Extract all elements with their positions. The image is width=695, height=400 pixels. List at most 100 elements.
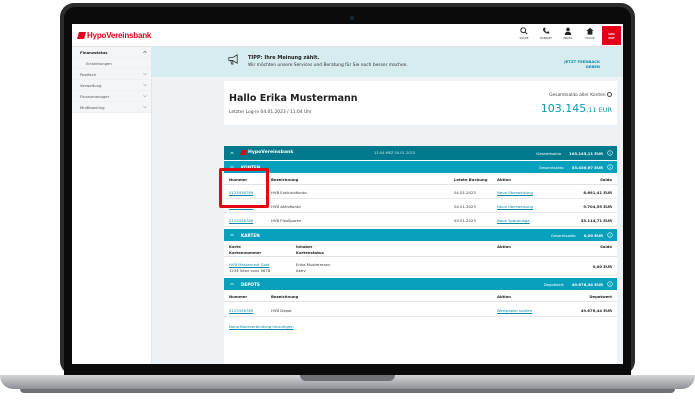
branch-button[interactable]: Filiale [581, 27, 599, 44]
table-row: 0123456789 HVB AktivKonto 04.01.2023 Neu… [224, 200, 617, 213]
profile-label: Profil [563, 37, 573, 40]
sidebar-item-verwaltung[interactable]: Verwaltung [72, 80, 151, 91]
savings-link[interactable]: Neue Sparanlage [497, 218, 530, 223]
account-number-link[interactable]: 0123456789 [229, 218, 253, 223]
table-row: HVB Mastercard Gold 1234 56xx xxxx 5678 … [224, 258, 617, 276]
column-header: Inhaber [296, 244, 313, 249]
add-bank-connection-link[interactable]: Neue Bankverbindung hinzufügen [229, 324, 294, 329]
sidebar-item-postfach[interactable]: Postfach [72, 69, 151, 80]
column-header: Saldo [600, 177, 612, 182]
card-link[interactable]: HVB Mastercard Gold [229, 262, 269, 267]
bank-timestamp: 11:04 MEZ 04.01.2023 [374, 151, 416, 155]
total-balance-value: 103.145,11 EUR [541, 102, 612, 115]
sidebar-item-finanzstatus[interactable]: Finanzstatus [72, 47, 151, 58]
feedback-link[interactable]: Jetzt Feedback geben [550, 59, 600, 69]
laptop-screen: HypoVereinsbank Suche Kontakt Profil Fil… [72, 24, 623, 364]
total-balance-label-text: Gesamtsaldo aller Konten [549, 93, 606, 98]
laptop-foot [20, 389, 675, 393]
home-icon [586, 27, 594, 35]
info-icon[interactable] [607, 232, 613, 238]
greeting-title: Hallo Erika Mustermann [229, 93, 358, 104]
last-login: Letzter Log-in 04.01.2023 / 11:04 Uhr [229, 110, 312, 115]
overview-submenu: Finanzstatus Einstellungen Postfach Verw… [72, 47, 151, 113]
depot-value: 49.676,44 EUR [580, 308, 612, 313]
banner-title: TIPP: Ihre Meinung zählt. [248, 55, 320, 61]
depots-total-label: Depotwert [543, 282, 564, 287]
account-name: HVB ExklusivKonto [271, 190, 307, 195]
highlight-box [219, 168, 269, 208]
profile-button[interactable]: Profil [559, 27, 577, 44]
depots-total: Depotwert 49.676,44 EUR [544, 282, 603, 287]
logout-button[interactable]: Log out [602, 26, 621, 45]
depots-title: Depots [241, 282, 260, 287]
total-balance-amount: 103.145 [540, 102, 587, 115]
karten-title: Karten [241, 233, 260, 238]
sidebar-item-finanzmanager[interactable]: Finanzmanager [72, 91, 151, 102]
card-balance: 0,00 EUR [592, 264, 612, 269]
feedback-banner: TIPP: Ihre Meinung zählt. Wir möchten un… [152, 47, 623, 77]
account-name: HVB FlexSparen [271, 218, 302, 223]
column-header: Kartennummer [229, 250, 262, 255]
konten-total-label: Gesamtsaldo [538, 165, 564, 170]
depots-table-header: Nummer Bezeichnung Aktion Depotwert [224, 290, 617, 302]
konten-table-header: Nummer Bezeichnung Letzte Buchung Aktion… [224, 173, 617, 185]
camera [350, 16, 354, 20]
bank-total-value: 103.145,11 EUR [569, 151, 603, 156]
card-status: Aktiv [296, 268, 306, 273]
sidebar-item-einstellungen[interactable]: Einstellungen [72, 58, 151, 69]
sidebar-subitem-label: Einstellungen [86, 60, 112, 66]
user-icon [564, 27, 572, 35]
sidebar-subitem-label: Postfach [80, 71, 97, 77]
karten-table-header: Karte Kartennummer Inhaber Kartenstatus … [224, 241, 617, 257]
last-booking-date: 03.01.2023 [454, 218, 476, 223]
sidebar-subitem-label: Finanzmanager [80, 93, 110, 99]
depot-name: HVB Depot [271, 308, 292, 313]
last-booking-date: 04.01.2023 [454, 190, 476, 195]
branch-label: Filiale [585, 37, 595, 40]
banner-text: Wir möchten unsere Services und Beratung… [248, 63, 408, 68]
transfer-link[interactable]: Neue Überweisung [497, 204, 533, 209]
transfer-link[interactable]: Neue Überweisung [497, 190, 533, 195]
bank-name: HypoVereinsbank [248, 150, 294, 155]
chevron-up-icon [230, 282, 234, 286]
karten-total: Gesamtsaldo 0,00 EUR [551, 233, 603, 238]
chevron-up-icon [230, 151, 234, 155]
sidebar-subitem-label: Verwaltung [80, 82, 102, 88]
total-balance-label: Gesamtsaldo aller Konten [549, 92, 612, 98]
column-header: Saldo [600, 244, 612, 249]
last-booking-date: 04.01.2023 [454, 204, 476, 209]
total-balance-cents: ,11 EUR [586, 106, 612, 114]
depot-number-link[interactable]: 0123456789 [229, 308, 253, 313]
column-header: Depotwert [589, 294, 612, 299]
account-balance: 8.691,41 EUR [583, 190, 612, 195]
column-header: Nummer [229, 294, 248, 299]
buy-securities-link[interactable]: Wertpapier kaufen [497, 308, 532, 313]
account-name: HVB AktivKonto [271, 204, 301, 209]
greeting-card: Hallo Erika Mustermann Letzter Log-in 04… [224, 81, 617, 125]
table-row: 0123456789 HVB ExklusivKonto 04.01.2023 … [224, 186, 617, 199]
chevron-up-icon [143, 50, 147, 54]
konten-header[interactable]: Konten Gesamtsaldo 53.430,67 EUR [224, 161, 617, 173]
bank-total: Gesamtsaldo 103.145,11 EUR [536, 151, 603, 156]
brand-logo[interactable]: HypoVereinsbank [77, 31, 151, 40]
laptop-notch [300, 375, 395, 381]
depots-header[interactable]: Depots Depotwert 49.676,44 EUR [224, 278, 617, 290]
info-icon[interactable] [607, 92, 612, 97]
bank-header[interactable]: HypoVereinsbank 11:04 MEZ 04.01.2023 Ges… [224, 146, 617, 160]
info-icon[interactable] [607, 164, 613, 170]
column-header: Bezeichnung [271, 177, 299, 182]
konten-total-value: 53.430,67 EUR [571, 165, 603, 170]
info-icon[interactable] [607, 281, 613, 287]
card-holder: Erika Mustermann [296, 262, 331, 267]
megaphone-icon [228, 54, 238, 65]
karten-header[interactable]: Karten Gesamtsaldo 0,00 EUR [224, 229, 617, 241]
info-icon[interactable] [607, 150, 613, 156]
search-button[interactable]: Suche [515, 27, 533, 44]
sidebar-item-multibanking[interactable]: Multibanking [72, 102, 151, 113]
bank-total-label: Gesamtsaldo [536, 151, 562, 156]
chevron-down-icon [143, 94, 147, 98]
sidebar: Übersicht Finanzstatus Einstellungen Pos… [72, 47, 623, 364]
top-bar: HypoVereinsbank Suche Kontakt Profil Fil… [72, 24, 623, 47]
contact-button[interactable]: Kontakt [537, 27, 555, 44]
column-header: Aktion [497, 244, 511, 249]
